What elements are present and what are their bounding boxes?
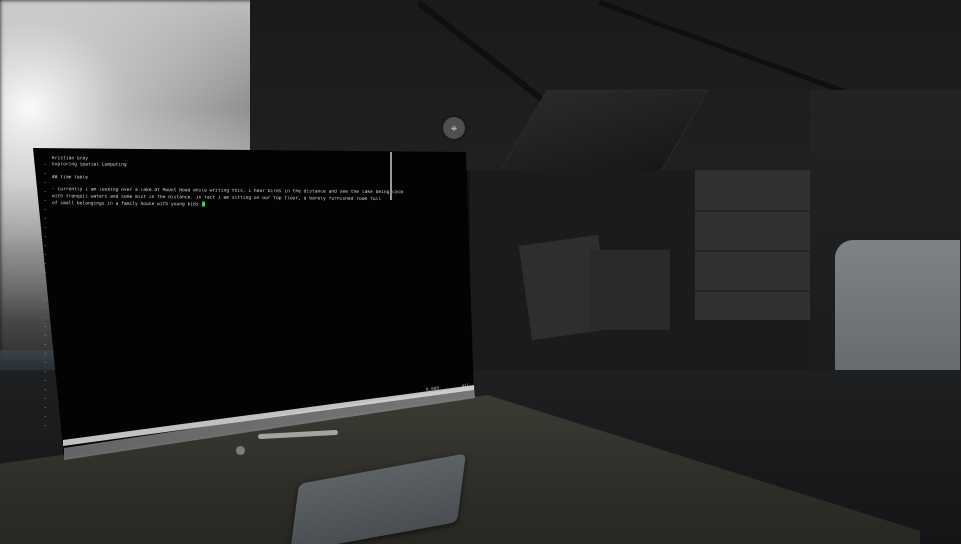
editor-line-text: of small belongings in a family house wi… [52, 201, 202, 208]
shelf-divider [695, 290, 810, 292]
window-close-dot[interactable] [236, 446, 245, 455]
shelf-divider [695, 250, 810, 252]
text-cursor [202, 201, 206, 207]
picture-frame [590, 250, 670, 330]
spatial-scene: ⌖ ~ ~ ~ ~ ~ ~ ~ ~ ~ ~ ~ ~ ~ ~ ~ ~ ~ ~ ~ ~ ~ ~ ~ ~ ~ ~ ~ ~ ~ ~ Kristia… [0, 0, 961, 544]
editor-text[interactable]: Kristian Gray Exploring Spatial Computin… [52, 156, 472, 211]
pin-icon[interactable]: ⌖ [443, 117, 465, 139]
shelf-divider [695, 210, 810, 212]
shelf [695, 170, 810, 320]
